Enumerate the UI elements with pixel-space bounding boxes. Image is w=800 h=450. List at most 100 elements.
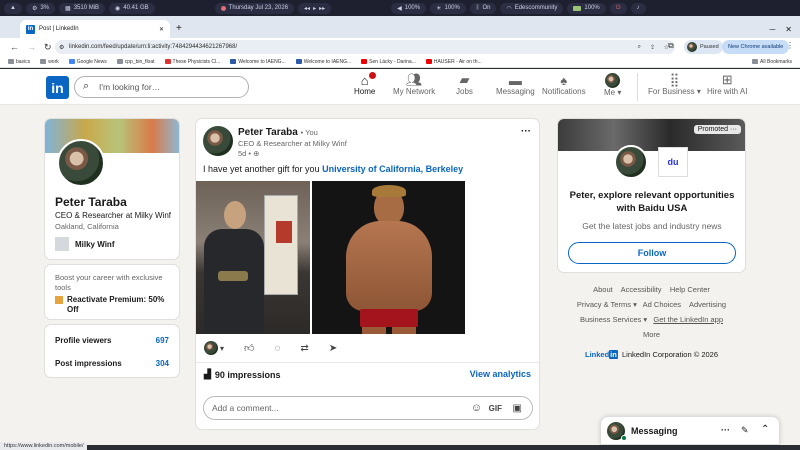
react-as-button[interactable]: ▾ [204, 341, 224, 355]
new-tab-button[interactable]: + [176, 23, 182, 34]
image-leg [362, 327, 386, 334]
forward-icon[interactable]: → [27, 42, 36, 52]
chevron-up-icon[interactable]: ⌃ [761, 424, 769, 435]
media-play-icon[interactable]: ▸ [313, 5, 316, 12]
view-analytics-link[interactable]: View analytics [470, 369, 531, 379]
actor-avatar [204, 341, 218, 355]
baidu-logo[interactable]: du [658, 147, 688, 177]
premium-card[interactable]: Boost your career with exclusive tools R… [44, 264, 180, 320]
bookmark-item[interactable]: Google News [68, 59, 107, 65]
media-prev-icon[interactable]: ◂◂ [304, 5, 310, 12]
messaging-widget[interactable]: Messaging ··· ✎ ⌃ [600, 416, 780, 445]
nav-my-network[interactable]: 👥︎ My Network [393, 72, 435, 96]
footer-link[interactable]: About [593, 285, 613, 294]
profile-avatar[interactable] [57, 139, 105, 187]
extensions-icon[interactable]: ⧉ [668, 41, 674, 51]
impressions-row[interactable]: ▟ 90 impressions [204, 369, 280, 380]
post-card: Peter Taraba • You CEO & Researcher at M… [195, 118, 540, 430]
volume-indicator[interactable]: ◀ 100% [391, 2, 427, 14]
browser-toolbar: ← → ↻ ⚙ linkedin.com/feed/update/urn:li:… [0, 38, 800, 56]
image-leg [392, 327, 416, 334]
post-impressions-count[interactable]: 304 [156, 359, 169, 368]
footer-link[interactable]: Ad Choices [643, 300, 681, 309]
nav-notifications[interactable]: ♠ Notifications [542, 73, 586, 97]
footer-link[interactable]: More [643, 330, 660, 339]
profile-name[interactable]: Peter Taraba [55, 195, 127, 209]
post-image-left[interactable] [196, 181, 310, 334]
profile-location: Oakland, California [55, 222, 119, 231]
nav-divider [637, 73, 638, 101]
footer-link[interactable]: Advertising [689, 300, 726, 309]
address-bar[interactable]: ⚙ linkedin.com/feed/update/urn:li:activi… [55, 40, 675, 54]
messaging-menu-icon[interactable]: ··· [721, 425, 730, 435]
clock[interactable]: Thursday Jul 23, 2026 [214, 2, 295, 14]
bookmark-item[interactable]: basics [8, 59, 30, 65]
nav-for-business[interactable]: ⣿ For Business ▾ [648, 72, 701, 96]
zoom-icon[interactable]: ⌕ [638, 44, 641, 51]
bookmark-item[interactable]: These Physicists Cl... [164, 59, 220, 65]
comment-input[interactable]: Add a comment... ☺ GIF ▣ [203, 396, 533, 420]
new-chrome-button[interactable]: New Chrome available [722, 40, 790, 54]
site-info-icon[interactable]: ⚙ [59, 44, 64, 51]
window-close-icon[interactable]: ✕ [785, 25, 792, 34]
comment-icon[interactable]: ◌ [274, 343, 280, 354]
window-minimize-icon[interactable]: ─ [770, 25, 776, 34]
tab-linkedin-post[interactable]: in Post | LinkedIn ✕ [20, 20, 170, 38]
post-image-right[interactable] [312, 181, 465, 334]
notification-dot [368, 72, 376, 79]
promoted-badge[interactable]: Promoted ··· [693, 125, 741, 134]
bookmark-item[interactable]: work [40, 59, 59, 65]
gif-button[interactable]: GIF [489, 404, 502, 413]
profile-company[interactable]: Milky Winf [55, 237, 114, 251]
nav-jobs[interactable]: ▰ Jobs [456, 72, 473, 96]
media-next-icon[interactable]: ▸▸ [319, 5, 325, 12]
like-icon[interactable]: 👍︎ [244, 342, 254, 354]
author-avatar[interactable] [203, 126, 233, 156]
author-name[interactable]: Peter Taraba [238, 127, 298, 138]
bookmark-item[interactable]: Sen Lácky - Darina... [361, 59, 416, 65]
image-upload-icon[interactable]: ▣ [513, 403, 522, 414]
post-mention-link[interactable]: University of California, Berkeley [322, 164, 463, 174]
post-menu-icon[interactable]: ··· [521, 126, 531, 137]
linkedin-logo[interactable]: in [46, 76, 69, 99]
nav-messaging[interactable]: ▬ Messaging [496, 73, 535, 97]
compose-icon[interactable]: ✎ [741, 425, 749, 436]
share-icon[interactable]: ⇪ [650, 44, 655, 51]
footer-link[interactable]: Privacy & Terms [577, 300, 631, 309]
bluetooth-indicator[interactable]: ᛒ On [469, 2, 497, 14]
menu-kebab-icon[interactable]: ⋮ [786, 41, 794, 50]
power-icon[interactable]: ⏻ [609, 2, 627, 14]
repost-icon[interactable]: ⇄ [300, 343, 308, 354]
linkedin-top-nav: in ⌕ I'm looking for… ⌂ Home 👥︎ My Netwo… [0, 69, 800, 105]
premium-cta[interactable]: Reactivate Premium: 50% Off [55, 295, 175, 315]
nav-hire-with-ai[interactable]: ⊞ Hire with AI [707, 72, 747, 96]
wifi-indicator[interactable]: ◠ Edescommunity [500, 2, 564, 14]
footer-link[interactable]: Help Center [670, 285, 710, 294]
profile-viewers-count[interactable]: 697 [156, 336, 169, 345]
footer-link[interactable]: Business Services [580, 315, 641, 324]
search-input[interactable]: ⌕ I'm looking for… [74, 76, 249, 98]
back-icon[interactable]: ← [10, 42, 19, 52]
emoji-icon[interactable]: ☺ [471, 402, 482, 414]
brightness-indicator[interactable]: ☀ 100% [430, 2, 466, 14]
footer-link[interactable]: Accessibility [621, 285, 662, 294]
all-bookmarks[interactable]: All Bookmarks [752, 59, 792, 65]
post-impressions-label[interactable]: Post impressions [55, 359, 122, 368]
bookmark-item[interactable]: cpp_bin_float [116, 59, 155, 65]
bookmark-item[interactable]: Welcome to IAENG... [230, 59, 286, 65]
bookmark-item[interactable]: HAUSER - Air on th... [425, 59, 482, 65]
nav-me[interactable]: Me ▾ [604, 73, 621, 97]
bookmark-item[interactable]: Welcome to IAENG... [295, 59, 351, 65]
notification-bell-icon[interactable]: ♪ [630, 2, 646, 14]
author-headline: CEO & Researcher at Milky Winf [238, 139, 347, 148]
media-controls[interactable]: ◂◂ ▸ ▸▸ [298, 2, 332, 14]
launcher-icon[interactable]: ▲ [4, 2, 22, 14]
footer-link[interactable]: Get the LinkedIn app [653, 315, 723, 324]
send-icon[interactable]: ➤ [329, 343, 337, 354]
profile-viewers-label[interactable]: Profile viewers [55, 336, 111, 345]
close-tab-icon[interactable]: ✕ [159, 26, 164, 33]
follow-button[interactable]: Follow [568, 242, 736, 264]
reload-icon[interactable]: ↻ [44, 42, 52, 53]
profile-paused-button[interactable]: Paused [684, 40, 723, 54]
nav-home[interactable]: ⌂ Home [354, 72, 376, 96]
